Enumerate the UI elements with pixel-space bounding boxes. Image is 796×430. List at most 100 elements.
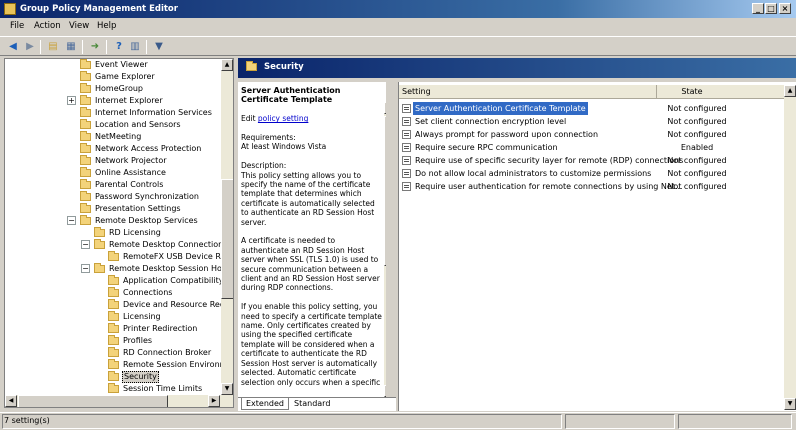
desc-scroll-thumb[interactable]: [384, 116, 386, 266]
folder-icon: [108, 323, 119, 333]
back-icon[interactable]: ◀: [6, 40, 20, 53]
tab-standard[interactable]: Standard: [290, 398, 334, 410]
close-button[interactable]: ×: [779, 3, 791, 14]
folder-icon: [80, 155, 91, 165]
title-bar[interactable]: Group Policy Management Editor _ □ ×: [0, 0, 796, 18]
description-paragraph: A certificate is needed to authenticate …: [241, 236, 380, 293]
tab-extended[interactable]: Extended: [241, 398, 289, 410]
tree-node-label: Application Compatibility: [123, 276, 224, 285]
folder-icon: [108, 311, 119, 321]
desc-scroll-down-button[interactable]: ▼: [384, 385, 386, 397]
table-row[interactable]: Server Authentication Certificate Templa…: [399, 102, 796, 115]
menu-action[interactable]: Action: [34, 21, 61, 31]
folder-icon: [94, 239, 105, 249]
tree-node-label: Remote Desktop Connection Cli: [109, 240, 234, 249]
policy-setting-icon: [402, 143, 411, 152]
description-scrollbar[interactable]: ▲ ▼: [384, 102, 386, 397]
table-row[interactable]: Require user authentication for remote c…: [399, 180, 796, 193]
policy-setting-icon: [402, 117, 411, 126]
folder-icon: [80, 95, 91, 105]
policy-setting-icon: [402, 104, 411, 113]
scroll-up-button[interactable]: ▲: [221, 59, 233, 71]
tree-node-label: Printer Redirection: [123, 324, 198, 333]
folder-icon: [94, 227, 105, 237]
filter-icon[interactable]: ▼: [152, 40, 166, 53]
maximize-button[interactable]: □: [765, 3, 777, 14]
table-row[interactable]: Do not allow local administrators to cus…: [399, 167, 796, 180]
show-hide-tree-icon[interactable]: ▦: [64, 40, 78, 53]
policy-setting-icon: [402, 182, 411, 191]
help-icon[interactable]: ?: [112, 40, 126, 53]
toolbar: ◀ ▶ ▤ ▦ ➜ ? ▥ ▼: [0, 36, 796, 56]
table-row[interactable]: Require use of specific security layer f…: [399, 154, 796, 167]
list-scrollbar[interactable]: ▲ ▼: [784, 85, 796, 410]
desc-scroll-up-button[interactable]: ▲: [384, 102, 386, 114]
folder-icon: [80, 107, 91, 117]
tree-node-label: Internet Information Services: [95, 108, 212, 117]
tree-node-label: Profiles: [123, 336, 153, 345]
setting-state: Not configured: [667, 169, 727, 178]
folder-icon: [80, 167, 91, 177]
tree-node-label: Network Access Protection: [95, 144, 202, 153]
up-folder-icon[interactable]: ▤: [46, 40, 60, 53]
folder-icon: [80, 71, 91, 81]
setting-name: Always prompt for password upon connecti…: [415, 130, 599, 139]
folder-icon: [108, 383, 119, 393]
hscroll-thumb[interactable]: [18, 395, 168, 407]
tree-node-label: Remote Desktop Session Host: [109, 264, 230, 273]
folder-icon: [94, 263, 105, 273]
setting-state: Not configured: [667, 156, 727, 165]
setting-state: Enabled: [680, 143, 714, 152]
tree-node-label: Online Assistance: [95, 168, 166, 177]
scroll-left-button[interactable]: ◀: [5, 395, 17, 407]
collapse-icon[interactable]: −: [81, 240, 90, 249]
column-setting[interactable]: Setting: [399, 85, 657, 99]
folder-icon: [80, 203, 91, 213]
column-state[interactable]: State: [657, 85, 727, 99]
table-row[interactable]: Require secure RPC communication Enabled: [399, 141, 796, 154]
policy-setting-icon: [402, 169, 411, 178]
list-scroll-up-button[interactable]: ▲: [784, 85, 796, 97]
folder-icon: [80, 119, 91, 129]
tree-node-label: Presentation Settings: [95, 204, 181, 213]
tree-node-label: NetMeeting: [95, 132, 142, 141]
table-row[interactable]: Always prompt for password upon connecti…: [399, 128, 796, 141]
details-header: Security: [238, 58, 796, 78]
collapse-icon[interactable]: −: [81, 264, 90, 273]
setting-state: Not configured: [667, 117, 727, 126]
policy-setting-icon: [402, 156, 411, 165]
tree-node-label: Internet Explorer: [95, 96, 163, 105]
policy-setting-link[interactable]: policy setting: [258, 114, 308, 123]
tree-node-label: Parental Controls: [95, 180, 164, 189]
table-row[interactable]: Set client connection encryption level No…: [399, 115, 796, 128]
export-list-icon[interactable]: ➜: [88, 40, 102, 53]
scroll-thumb[interactable]: [221, 179, 233, 299]
setting-name: Do not allow local administrators to cus…: [415, 169, 652, 178]
status-bar: 7 setting(s): [0, 412, 796, 430]
menu-view[interactable]: View: [69, 21, 89, 31]
properties-icon[interactable]: ▥: [128, 40, 142, 53]
expand-icon[interactable]: +: [67, 96, 76, 105]
list-header: Setting State: [399, 85, 796, 99]
settings-list[interactable]: Setting State Server Authentication Cert…: [398, 82, 796, 411]
policy-title: Server Authentication Certificate Templa…: [241, 86, 341, 105]
tree-horizontal-scrollbar[interactable]: ◀ ▶: [5, 395, 233, 407]
description-pane: Server Authentication Certificate Templa…: [238, 82, 386, 397]
tree-pane[interactable]: Event Viewer Game Explorer HomeGroup + Inter…: [4, 58, 234, 408]
scroll-right-button[interactable]: ▶: [208, 395, 220, 407]
collapse-icon[interactable]: −: [67, 216, 76, 225]
tree-node-label: Remote Desktop Services: [95, 216, 198, 225]
minimize-button[interactable]: _: [752, 3, 764, 14]
forward-icon[interactable]: ▶: [23, 40, 37, 53]
description-paragraph: Requirements: At least Windows Vista: [241, 133, 327, 152]
setting-name: Server Authentication Certificate Templa…: [413, 102, 588, 115]
tree-node-label: Password Synchronization: [95, 192, 199, 201]
tree-node-label: Session Time Limits: [123, 384, 203, 393]
scroll-down-button[interactable]: ▼: [221, 383, 233, 395]
menu-file[interactable]: File: [10, 21, 24, 31]
tree-node-label: RD Connection Broker: [123, 348, 212, 357]
setting-name: Require secure RPC communication: [415, 143, 558, 152]
menu-help[interactable]: Help: [97, 21, 116, 31]
tree-vertical-scrollbar[interactable]: ▲ ▼: [221, 59, 233, 395]
list-scroll-down-button[interactable]: ▼: [784, 398, 796, 410]
